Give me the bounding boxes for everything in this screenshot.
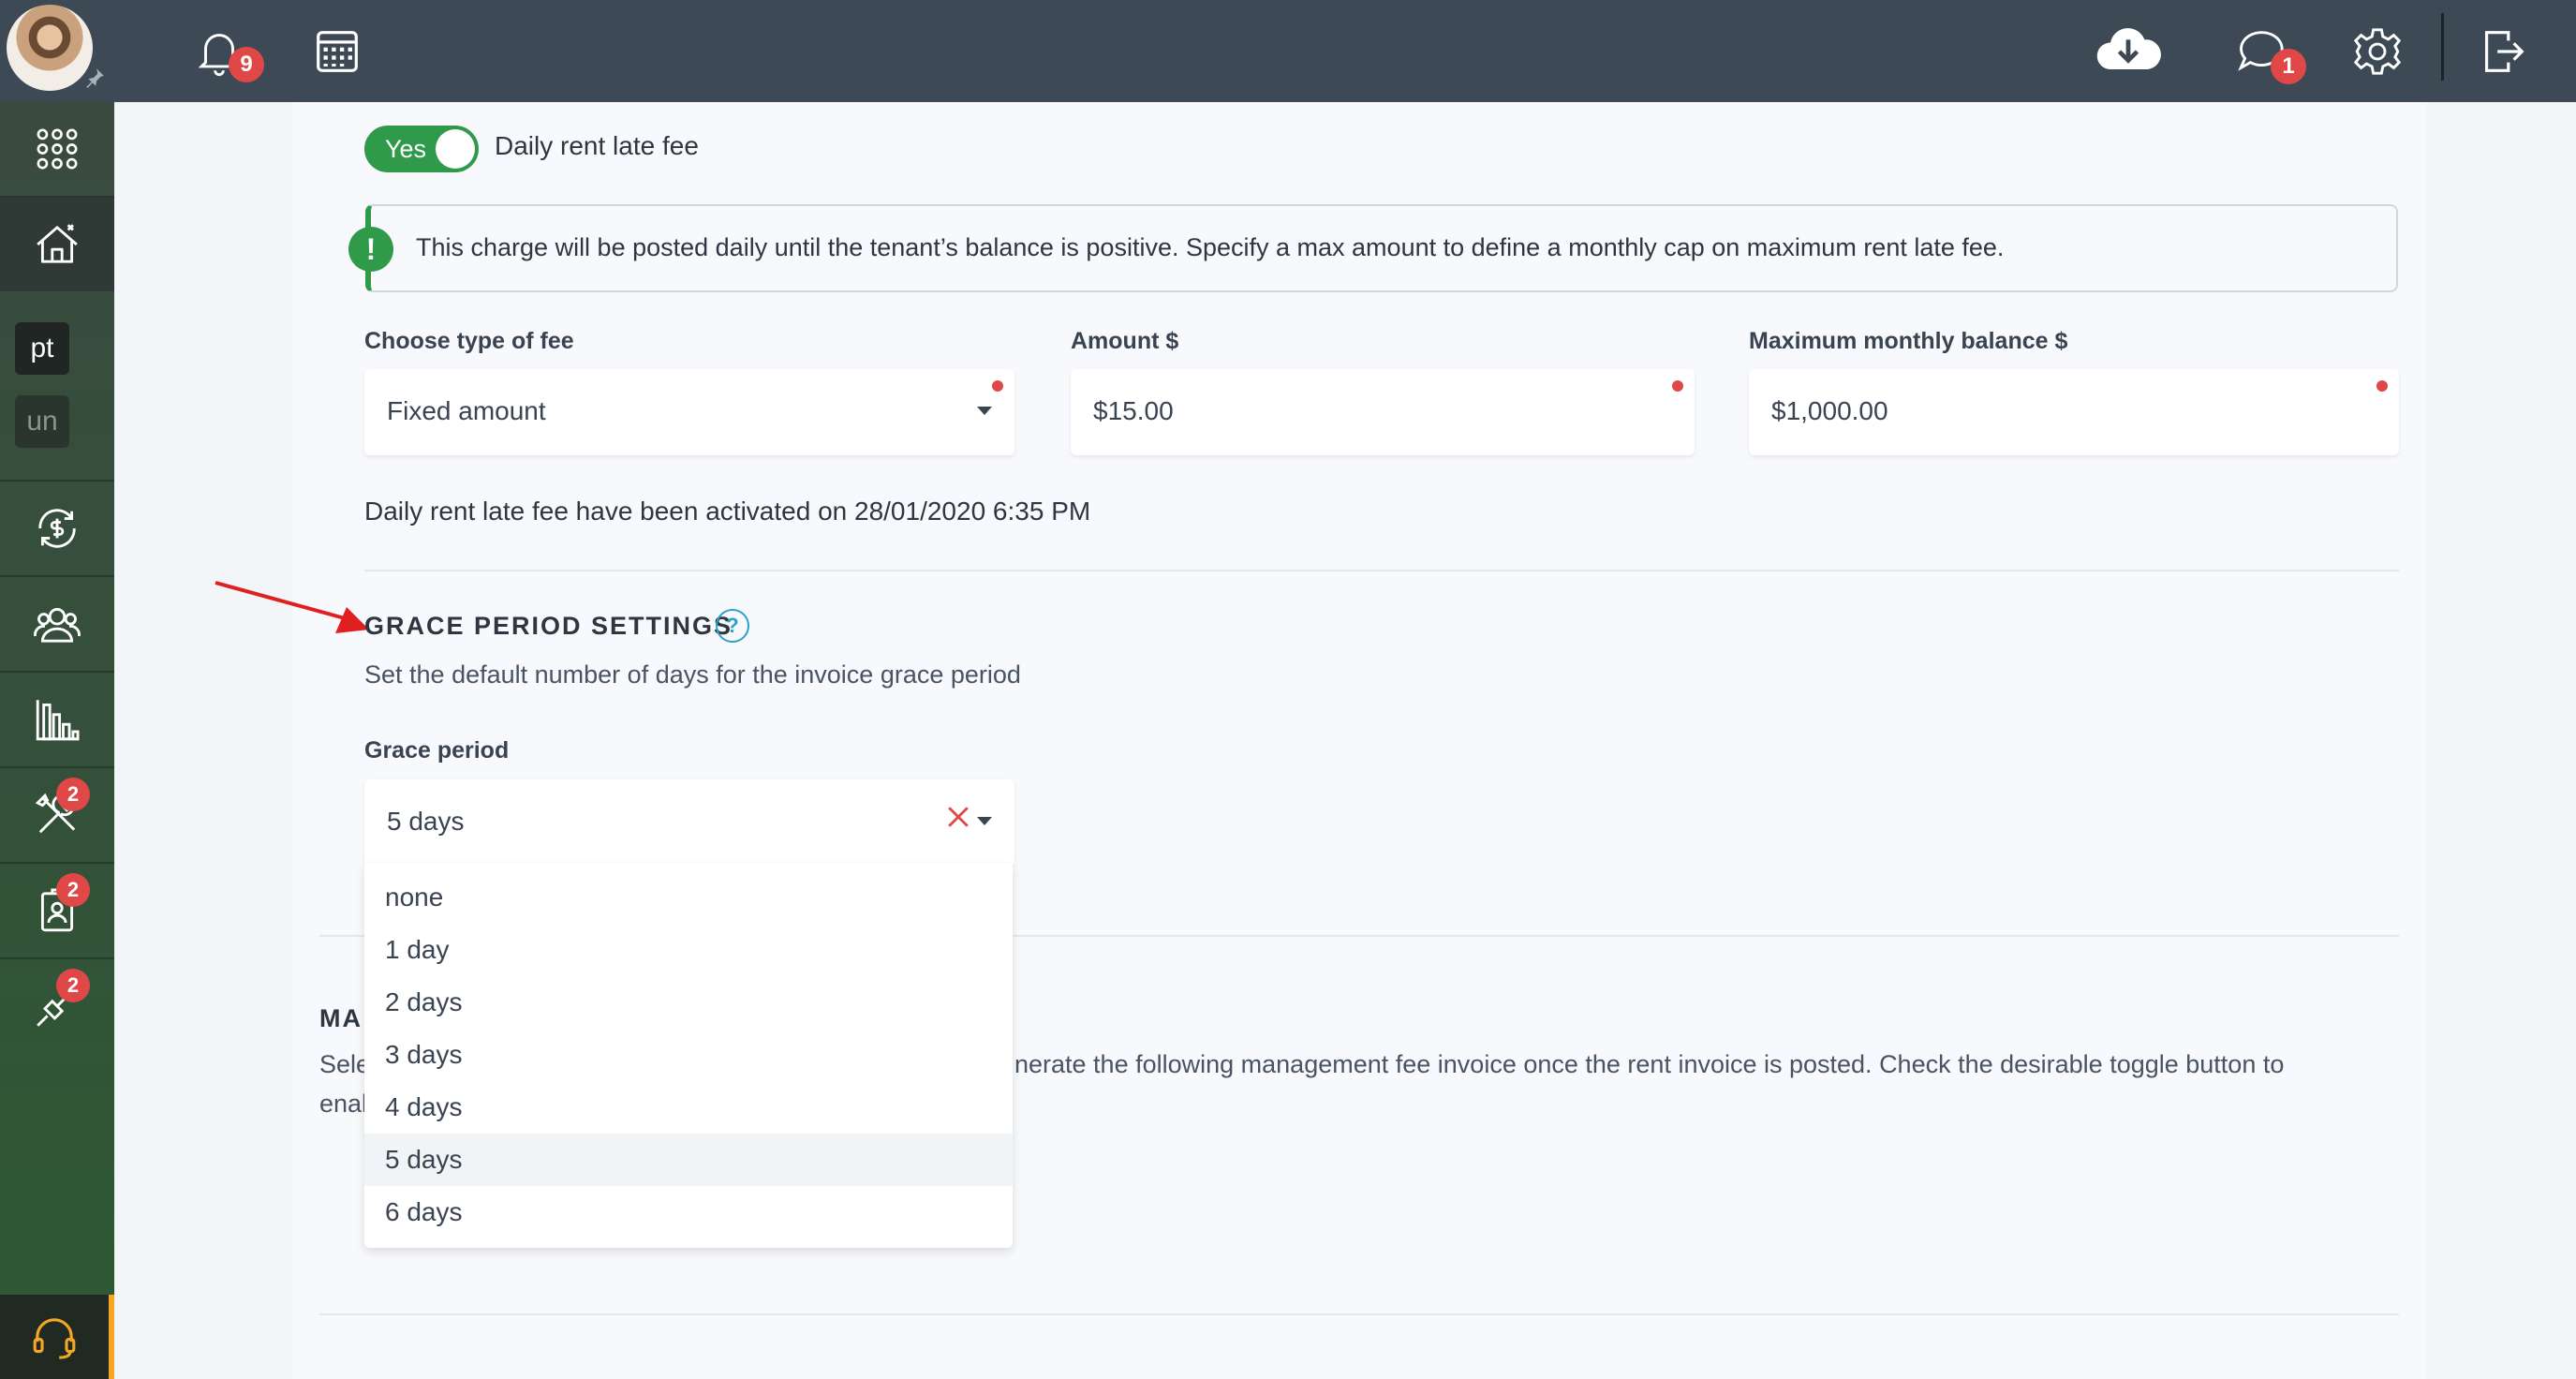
option-5-days[interactable]: 5 days (364, 1134, 1013, 1186)
info-notice: ! This charge will be posted daily until… (348, 204, 2398, 292)
calendar-button[interactable] (300, 0, 375, 102)
gear-icon (2353, 27, 2402, 75)
support-button[interactable] (0, 1295, 114, 1379)
activation-status: Daily rent late fee have been activated … (364, 497, 1091, 526)
logout-button[interactable] (2465, 0, 2540, 102)
cloud-download-icon (2096, 27, 2161, 69)
grace-period-title: GRACE PERIOD SETTINGS (364, 612, 733, 640)
money-cycle-icon (38, 509, 76, 548)
divider (364, 570, 2399, 571)
settings-button[interactable] (2340, 0, 2415, 102)
calendar-icon (317, 30, 358, 72)
messages-button[interactable]: 1 (2224, 0, 2306, 102)
messages-badge: 1 (2271, 49, 2306, 84)
option-4-days[interactable]: 4 days (364, 1081, 1013, 1134)
required-dot (1672, 380, 1683, 392)
grid-dots-icon (37, 128, 78, 170)
exclamation-icon: ! (348, 227, 393, 272)
management-fee-desc: Sele (319, 1050, 371, 1078)
option-6-days[interactable]: 6 days (364, 1186, 1013, 1238)
fee-type-select[interactable]: Fixed amount (364, 369, 1014, 455)
sidebar: pt un 2 2 2 (0, 0, 114, 1379)
clear-icon[interactable] (945, 804, 971, 830)
badge: 2 (56, 873, 90, 907)
sidebar-item-apps[interactable] (0, 102, 114, 196)
grace-period-label: Grace period (364, 737, 510, 764)
grace-period-options: none 1 day 2 days 3 days 4 days 5 days 6… (364, 864, 1013, 1248)
max-balance-label: Maximum monthly balance $ (1749, 328, 2068, 354)
amount-label: Amount $ (1071, 328, 1179, 354)
max-balance-input[interactable]: $1,000.00 (1749, 369, 2399, 455)
users-icon (34, 607, 81, 643)
logout-icon (2485, 30, 2524, 72)
sidebar-item-tenants[interactable] (0, 577, 114, 671)
required-dot (992, 380, 1003, 392)
notifications-button[interactable]: 9 (182, 0, 264, 102)
required-dot (2376, 380, 2388, 392)
grace-period-value: 5 days (387, 807, 465, 836)
top-bar: 9 1 (114, 0, 2576, 102)
sidebar-item-label: pt (30, 333, 54, 363)
amount-input[interactable]: $15.00 (1071, 369, 1695, 455)
pin-icon[interactable] (82, 66, 107, 90)
user-avatar-area[interactable] (0, 0, 114, 102)
sidebar-item-un[interactable]: un (15, 395, 69, 448)
management-fee-title: MA (319, 1004, 363, 1032)
house-icon (37, 224, 78, 263)
toggle-label: Yes (385, 135, 427, 163)
grace-period-description: Set the default number of days for the i… (364, 660, 1021, 689)
sidebar-item-maintenance[interactable]: 2 (0, 768, 114, 862)
sidebar-item-properties[interactable] (0, 198, 114, 291)
sidebar-item-label: un (26, 406, 58, 437)
sidebar-item-payments[interactable] (0, 482, 114, 575)
grace-period-select[interactable]: 5 days (364, 779, 1014, 864)
amount-value: $15.00 (1093, 396, 1174, 425)
download-button[interactable] (2081, 0, 2175, 102)
fee-type-value: Fixed amount (387, 396, 546, 425)
management-fee-desc: nerate the following management fee invo… (1014, 1050, 2285, 1078)
divider (319, 1313, 2399, 1315)
option-2-days[interactable]: 2 days (364, 976, 1013, 1029)
option-1-day[interactable]: 1 day (364, 924, 1013, 976)
avatar[interactable] (7, 5, 93, 91)
bar-chart-icon (36, 700, 80, 741)
badge: 2 (56, 778, 90, 811)
sidebar-item-contacts[interactable]: 2 (0, 864, 114, 957)
notifications-badge: 9 (229, 47, 264, 82)
help-icon[interactable]: ? (716, 609, 749, 643)
sidebar-item-reports[interactable] (0, 673, 114, 766)
sidebar-item-pt[interactable]: pt (15, 322, 69, 375)
management-fee-desc: enal (319, 1090, 368, 1118)
badge: 2 (56, 969, 90, 1002)
daily-late-fee-toggle[interactable]: Yes (364, 126, 479, 172)
option-none[interactable]: none (364, 871, 1013, 924)
chevron-down-icon (977, 407, 992, 415)
notice-text: This charge will be posted daily until t… (416, 233, 2005, 261)
max-balance-value: $1,000.00 (1771, 396, 1888, 425)
sidebar-item-integrations[interactable]: 2 (0, 959, 114, 1053)
headset-icon (33, 1318, 76, 1359)
toggle-knob (436, 129, 475, 169)
annotation-arrow-icon (215, 581, 369, 633)
option-3-days[interactable]: 3 days (364, 1029, 1013, 1081)
fee-type-label: Choose type of fee (364, 328, 574, 354)
late-fee-title: Daily rent late fee (495, 131, 699, 160)
chevron-down-icon[interactable] (977, 817, 992, 825)
